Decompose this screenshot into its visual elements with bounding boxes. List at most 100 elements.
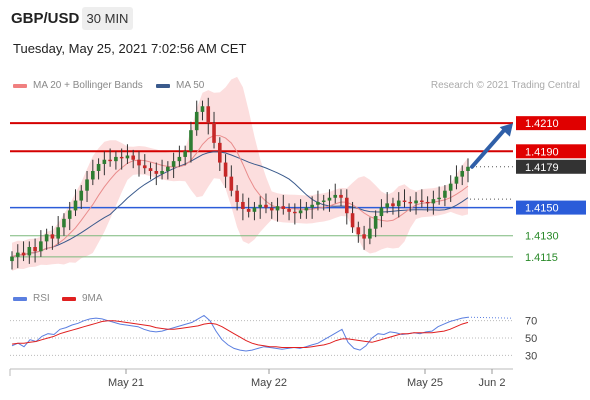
candle-body bbox=[437, 197, 441, 200]
candle-body bbox=[414, 200, 418, 204]
candle-body bbox=[10, 256, 14, 262]
candle-body bbox=[137, 159, 141, 166]
candle-body bbox=[269, 207, 274, 211]
candle-body bbox=[79, 190, 84, 201]
candle-body bbox=[425, 201, 430, 204]
candle-body bbox=[229, 176, 234, 191]
price-chart-svg: 1.4210 1.4190 1.4179 1.4150 1.4130 1.4115 70 50… bbox=[9, 76, 586, 389]
x-tick-label: May 21 bbox=[108, 377, 144, 389]
rsi-9ma-line bbox=[11, 320, 469, 348]
candle-body bbox=[293, 211, 297, 214]
candle-body bbox=[56, 227, 60, 239]
level-label-1.4130: 1.4130 bbox=[525, 231, 559, 243]
candle-body bbox=[62, 218, 66, 228]
rsi-line bbox=[11, 314, 469, 352]
forecast-arrow-shaft bbox=[470, 127, 507, 169]
candle-body bbox=[252, 207, 257, 212]
candle-body bbox=[166, 166, 170, 171]
candle-body bbox=[304, 207, 309, 211]
rsi-tick-30: 30 bbox=[525, 350, 537, 362]
bollinger-band bbox=[12, 76, 468, 271]
candle-body bbox=[217, 142, 222, 163]
candle-body bbox=[373, 216, 378, 229]
candle-body bbox=[350, 213, 355, 228]
candle-body bbox=[454, 176, 459, 184]
candle-body bbox=[125, 155, 130, 159]
candle-body bbox=[148, 168, 153, 171]
candle-body bbox=[212, 123, 216, 143]
candle-body bbox=[171, 161, 176, 167]
candle-body bbox=[258, 204, 263, 208]
candle-body bbox=[344, 197, 349, 214]
candle-body bbox=[27, 247, 32, 256]
x-tick-label: May 25 bbox=[407, 377, 443, 389]
level-label-1.4210: 1.4210 bbox=[525, 118, 559, 130]
x-tick-label: Jun 2 bbox=[479, 377, 506, 389]
candle-body bbox=[39, 241, 43, 252]
rsi-projection bbox=[467, 316, 514, 319]
candle-body bbox=[102, 159, 107, 164]
candle-body bbox=[44, 234, 49, 242]
candle-body bbox=[391, 203, 395, 207]
candle-body bbox=[321, 200, 326, 202]
candle-body bbox=[420, 200, 424, 202]
candle-body bbox=[327, 197, 332, 201]
candle-body bbox=[241, 201, 245, 209]
candle-body bbox=[235, 190, 239, 202]
candle-body bbox=[298, 210, 303, 214]
candle-body bbox=[85, 179, 89, 191]
candle-body bbox=[385, 203, 389, 208]
chart-widget: GBP/USD 30 MIN Tuesday, May 25, 2021 7:0… bbox=[0, 0, 590, 400]
candle-body bbox=[460, 171, 465, 177]
candle-body bbox=[333, 194, 338, 198]
rsi-tick-50: 50 bbox=[525, 333, 537, 345]
candle-body bbox=[275, 206, 280, 211]
candle-body bbox=[73, 200, 78, 211]
candle-body bbox=[67, 210, 72, 219]
level-label-1.4150: 1.4150 bbox=[525, 203, 559, 215]
candle-body bbox=[131, 155, 136, 160]
candle-body bbox=[200, 106, 205, 112]
candle-body bbox=[91, 171, 95, 180]
x-tick-label: May 22 bbox=[251, 377, 287, 389]
candle-body bbox=[466, 166, 470, 171]
candle-body bbox=[177, 156, 182, 162]
candle-body bbox=[160, 171, 164, 174]
candle-body bbox=[223, 162, 228, 177]
candle-body bbox=[189, 130, 193, 152]
candle-body bbox=[246, 209, 251, 212]
candle-body bbox=[316, 201, 320, 205]
candle-body bbox=[362, 234, 366, 239]
candle-body bbox=[15, 252, 20, 257]
candle-body bbox=[114, 156, 118, 162]
candle-body bbox=[356, 227, 361, 235]
candle-body bbox=[154, 171, 159, 174]
candle-body bbox=[339, 194, 343, 198]
candle-body bbox=[96, 163, 101, 171]
candle-body bbox=[108, 159, 112, 162]
candle-body bbox=[431, 199, 436, 204]
candle-body bbox=[21, 252, 26, 256]
candle-body bbox=[142, 165, 147, 169]
candle-body bbox=[443, 190, 447, 198]
candle-body bbox=[50, 234, 55, 239]
level-label-1.4190: 1.4190 bbox=[525, 146, 559, 158]
candle-body bbox=[287, 209, 291, 212]
level-label-1.4179: 1.4179 bbox=[525, 162, 559, 174]
candle-body bbox=[281, 206, 286, 209]
candle-body bbox=[396, 200, 401, 207]
level-label-1.4115: 1.4115 bbox=[525, 252, 558, 264]
candle-body bbox=[379, 207, 384, 217]
candle-body bbox=[368, 228, 372, 239]
candle-body bbox=[402, 200, 407, 202]
candle-body bbox=[448, 183, 453, 191]
candle-body bbox=[264, 204, 268, 208]
candle-body bbox=[408, 201, 413, 204]
rsi-tick-70: 70 bbox=[525, 316, 537, 328]
candle-body bbox=[206, 106, 211, 124]
candle-body bbox=[33, 247, 37, 252]
candle-body bbox=[194, 111, 199, 131]
candle-body bbox=[310, 204, 314, 208]
candle-body bbox=[183, 151, 187, 157]
candle-body bbox=[119, 156, 124, 159]
